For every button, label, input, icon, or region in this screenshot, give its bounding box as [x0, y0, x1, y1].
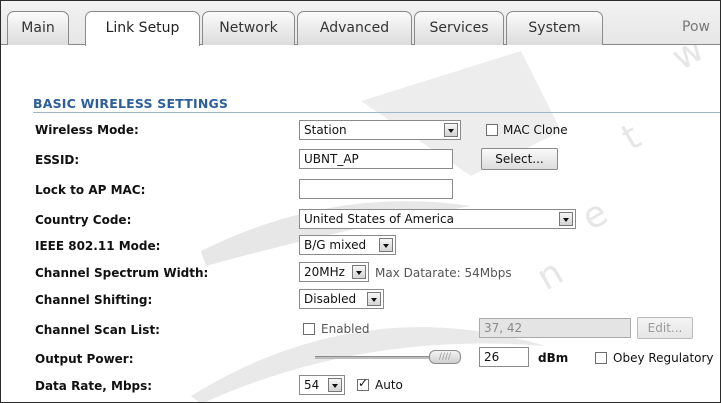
- essid-label: ESSID:: [35, 153, 80, 167]
- scan-enabled-label: Enabled: [321, 322, 370, 336]
- channel-scan-list-input[interactable]: 37, 42: [479, 318, 631, 338]
- wireless-mode-select[interactable]: Station: [299, 120, 461, 140]
- auto-rate-checkbox[interactable]: [357, 376, 369, 391]
- obey-regulatory-label: Obey Regulatory: [613, 351, 714, 365]
- watermark-logo: w t e n: [191, 29, 711, 402]
- max-datarate-text: Max Datarate: 54Mbps: [375, 266, 512, 280]
- mac-clone-checkbox[interactable]: [486, 124, 498, 136]
- channel-scan-list-label: Channel Scan List:: [35, 323, 160, 337]
- lock-ap-mac-input[interactable]: [299, 179, 453, 199]
- svg-text:t: t: [615, 116, 648, 159]
- channel-width-label: Channel Spectrum Width:: [35, 266, 209, 280]
- channel-shifting-select[interactable]: Disabled: [299, 289, 384, 309]
- chevron-down-icon: [559, 212, 573, 226]
- browser-frame: w t e n Main Link Setup Network Advanced…: [0, 0, 721, 403]
- output-power-slider-track[interactable]: [315, 356, 435, 359]
- wireless-mode-label: Wireless Mode:: [35, 123, 139, 137]
- section-divider: [33, 112, 720, 113]
- data-rate-label: Data Rate, Mbps:: [35, 379, 153, 393]
- tab-services[interactable]: Services: [414, 11, 504, 45]
- tab-bar: Main Link Setup Network Advanced Service…: [1, 1, 720, 46]
- data-rate-select[interactable]: 54: [299, 375, 345, 395]
- lock-ap-mac-label: Lock to AP MAC:: [35, 183, 146, 197]
- svg-text:e: e: [575, 192, 615, 239]
- country-code-label: Country Code:: [35, 213, 132, 227]
- tab-network[interactable]: Network: [202, 11, 295, 45]
- output-power-unit: dBm: [538, 351, 569, 365]
- auto-rate-label: Auto: [375, 378, 403, 392]
- tab-advanced[interactable]: Advanced: [297, 11, 412, 45]
- output-power-input[interactable]: 26: [479, 347, 529, 367]
- tab-main[interactable]: Main: [7, 11, 69, 45]
- section-title: BASIC WIRELESS SETTINGS: [33, 96, 229, 111]
- output-power-label: Output Power:: [35, 352, 134, 366]
- svg-text:n: n: [530, 252, 570, 299]
- tab-link-setup[interactable]: Link Setup: [85, 11, 200, 46]
- mac-clone-label: MAC Clone: [503, 123, 568, 137]
- country-code-select[interactable]: United States of America: [299, 209, 576, 229]
- channel-width-select[interactable]: 20MHz: [299, 262, 369, 282]
- chevron-down-icon: [379, 238, 393, 252]
- chevron-down-icon: [444, 123, 458, 137]
- tab-system[interactable]: System: [506, 11, 603, 45]
- tab-power[interactable]: Pow: [682, 11, 710, 45]
- obey-regulatory-checkbox[interactable]: [595, 352, 607, 364]
- channel-shifting-label: Channel Shifting:: [35, 293, 153, 307]
- chevron-down-icon: [367, 292, 381, 306]
- chevron-down-icon: [352, 265, 366, 279]
- channel-scan-edit-button[interactable]: Edit...: [637, 317, 693, 339]
- output-power-slider-handle[interactable]: ////: [429, 350, 461, 364]
- ieee-mode-select[interactable]: B/G mixed: [299, 235, 396, 255]
- chevron-down-icon: [328, 378, 342, 392]
- essid-select-button[interactable]: Select...: [481, 148, 558, 170]
- essid-input[interactable]: UBNT_AP: [299, 149, 453, 169]
- scan-enabled-checkbox[interactable]: [303, 323, 315, 335]
- ieee-mode-label: IEEE 802.11 Mode:: [35, 239, 161, 253]
